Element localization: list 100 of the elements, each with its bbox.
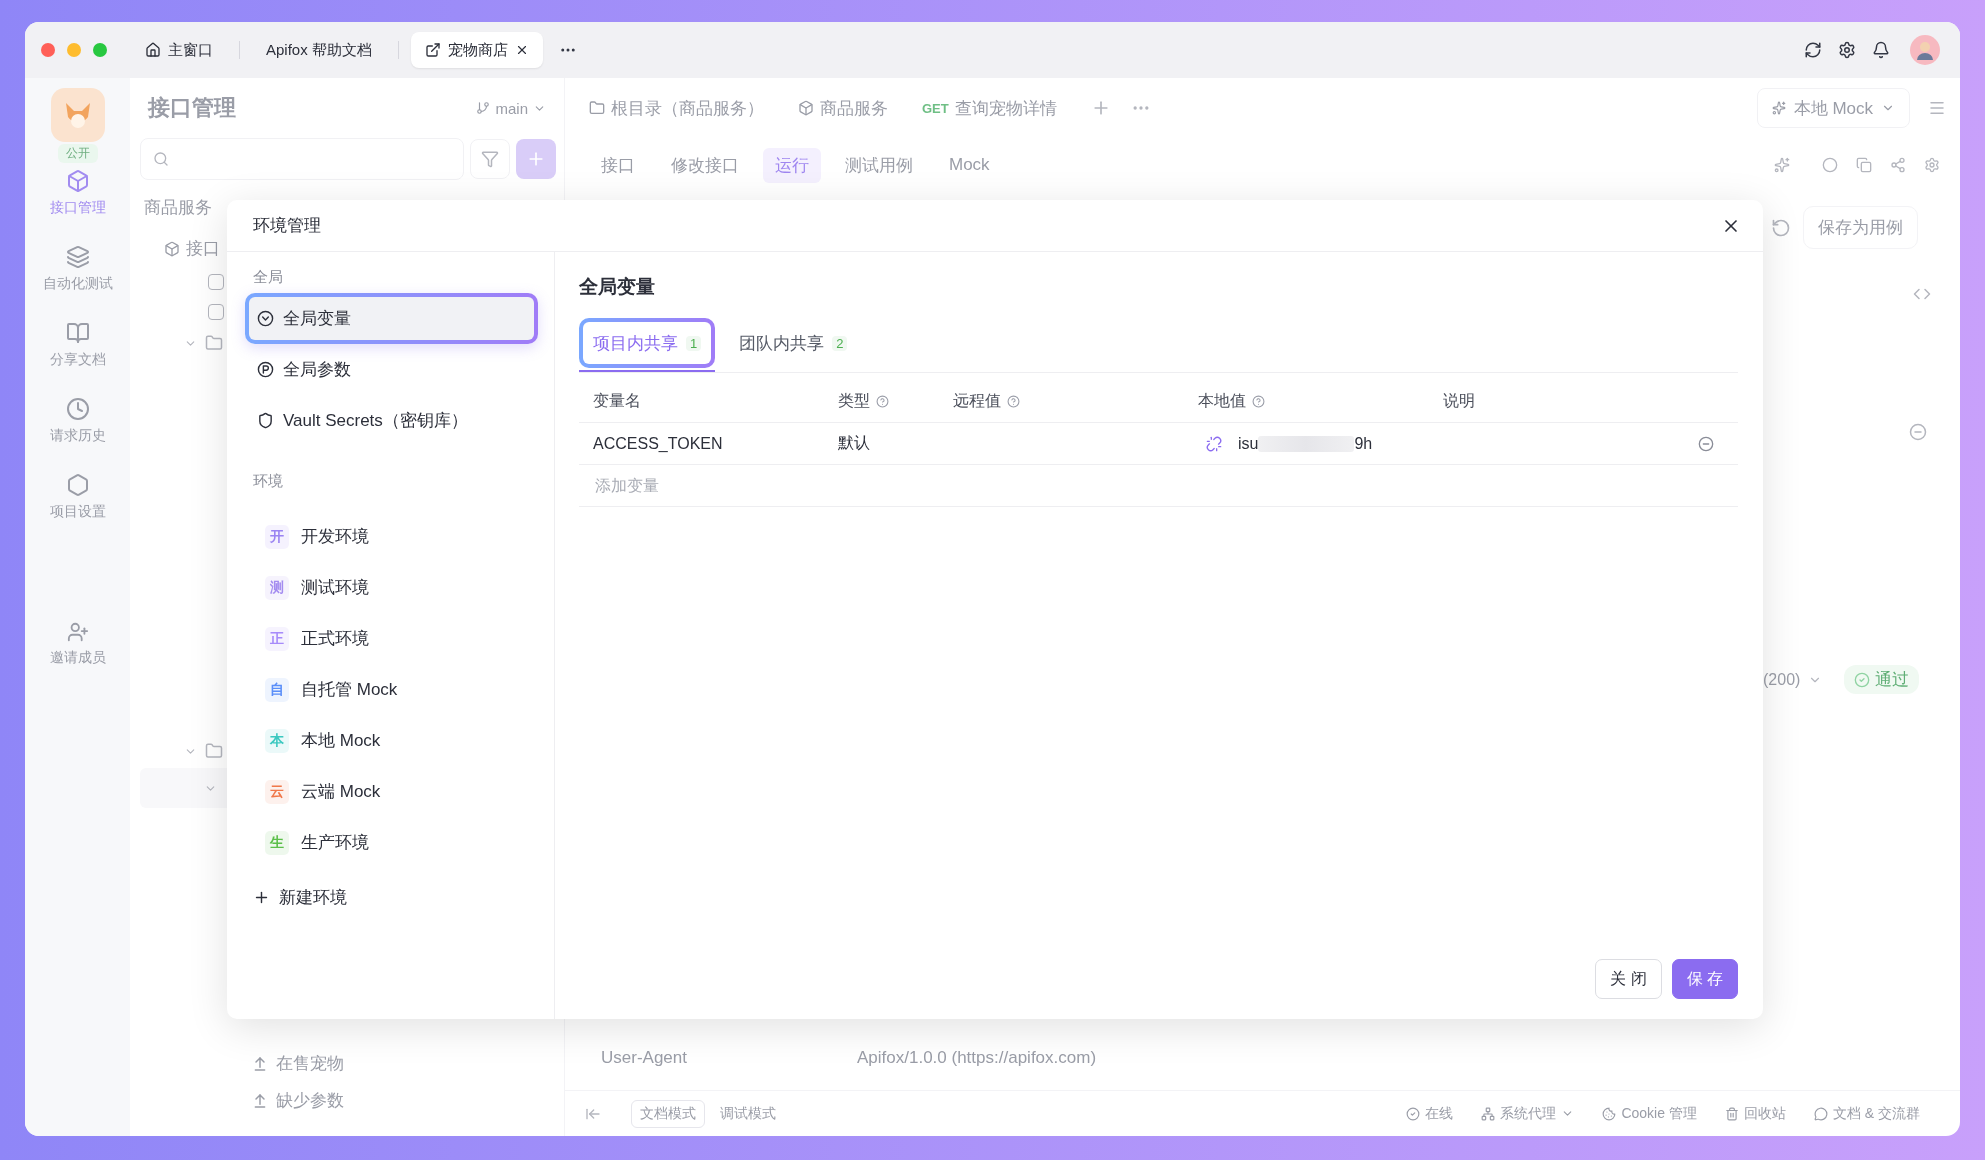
column-header: 本地值 — [1198, 391, 1246, 411]
section-label: 全局 — [253, 268, 284, 287]
minimize-window-control[interactable] — [67, 43, 81, 57]
network-icon — [1481, 1106, 1496, 1121]
invite-item[interactable]: 邀请成员 — [49, 621, 106, 667]
add-variable-field[interactable]: 添加变量 — [593, 475, 893, 496]
sub-tab[interactable]: 接口 — [589, 147, 647, 183]
api-icon — [65, 169, 90, 193]
upload-icon — [252, 1055, 268, 1072]
circle-icon[interactable] — [1822, 157, 1838, 173]
status-item[interactable]: 文档 & 交流群 — [1813, 1104, 1920, 1123]
branch-selector[interactable]: main — [476, 99, 546, 117]
status-item[interactable]: 系统代理 — [1481, 1104, 1575, 1123]
case-item[interactable]: 缺少参数 — [252, 1089, 564, 1112]
search-field[interactable] — [140, 138, 464, 180]
refresh-icon[interactable] — [1804, 41, 1822, 59]
sparkle-icon[interactable] — [1774, 157, 1790, 173]
environment-selector[interactable]: 本地 Mock — [1756, 88, 1910, 128]
method-label: GET — [922, 100, 949, 116]
sub-tab[interactable]: 运行 — [763, 147, 821, 183]
window-tab[interactable]: Apifox 帮助文档 — [252, 32, 386, 68]
panel-title: 接口管理 — [148, 94, 236, 122]
dialog-button[interactable]: 关 闭 — [1595, 959, 1662, 999]
remove-icon[interactable] — [1698, 435, 1714, 452]
dialog-button[interactable]: 保 存 — [1671, 959, 1738, 999]
global-item[interactable]: Vault Secrets（密钥库） — [245, 395, 538, 446]
save-case-button[interactable]: 保存为用例 — [1803, 206, 1918, 249]
count-badge: 1 — [686, 335, 702, 351]
environment-badge: 云 — [265, 779, 289, 804]
menu-icon[interactable] — [1928, 99, 1946, 117]
book-icon — [65, 321, 90, 345]
help-icon[interactable] — [876, 395, 889, 408]
share-icon[interactable] — [1890, 157, 1906, 173]
window-tab[interactable]: 主窗口 — [131, 32, 227, 68]
nav-label: 自动化测试 — [42, 275, 113, 293]
zoom-window-control[interactable] — [93, 43, 107, 57]
layers-icon — [65, 245, 90, 269]
help-icon[interactable] — [1007, 395, 1020, 408]
copy-icon[interactable] — [1856, 157, 1872, 173]
circle-chevron-icon — [257, 310, 274, 327]
document-tab[interactable]: 商品服务 — [798, 96, 888, 120]
nav-item[interactable]: 分享文档 — [49, 321, 106, 369]
document-tab[interactable]: GET 查询宠物详情 — [922, 96, 1057, 120]
environment-item[interactable]: 生 生产环境 — [245, 817, 538, 868]
nav-label: 分享文档 — [49, 351, 106, 369]
home-icon — [145, 42, 161, 58]
window-tab[interactable]: 宠物商店 — [410, 32, 543, 68]
section-label: 环境 — [253, 472, 284, 491]
module-icon — [208, 274, 224, 290]
settings-icon[interactable] — [1838, 41, 1856, 59]
nav-item[interactable]: 自动化测试 — [42, 245, 113, 293]
status-item[interactable]: Cookie 管理 — [1602, 1104, 1697, 1123]
mode-tab[interactable]: 调试模式 — [711, 1099, 785, 1128]
nav-label: 请求历史 — [49, 427, 106, 445]
sub-tab[interactable]: 修改接口 — [659, 147, 751, 183]
section-heading: 全局变量 — [579, 275, 656, 299]
nav-label: 接口管理 — [49, 199, 106, 217]
environment-badge: 本 — [265, 728, 289, 753]
status-code[interactable]: (200) — [1763, 670, 1801, 689]
dialog-title: 环境管理 — [253, 215, 321, 237]
sub-tab[interactable]: Mock — [937, 149, 1002, 181]
mode-tab[interactable]: 文档模式 — [631, 1099, 705, 1128]
remove-icon[interactable] — [1909, 423, 1927, 441]
environment-item[interactable]: 正 正式环境 — [245, 613, 538, 664]
status-item[interactable]: 回收站 — [1724, 1104, 1786, 1123]
bell-icon[interactable] — [1872, 41, 1890, 59]
share-tab[interactable]: 团队内共享 2 — [725, 318, 862, 368]
environment-item[interactable]: 云 云端 Mock — [245, 766, 538, 817]
document-tab[interactable]: 根目录（商品服务） — [589, 96, 764, 120]
environment-badge: 自 — [265, 677, 289, 702]
nav-label: 邀请成员 — [49, 649, 106, 667]
nav-item[interactable]: 接口管理 — [49, 169, 106, 217]
hexagon-icon — [65, 473, 90, 497]
new-environment-button[interactable]: 新建环境 — [253, 886, 538, 909]
nav-item[interactable]: 项目设置 — [49, 473, 106, 521]
filter-button[interactable] — [470, 139, 510, 179]
environment-item[interactable]: 自 自托管 Mock — [245, 664, 538, 715]
nav-item[interactable]: 请求历史 — [49, 397, 106, 445]
count-badge: 2 — [832, 335, 848, 351]
close-window-control[interactable] — [41, 43, 55, 57]
tree-item[interactable]: 接口 — [164, 237, 564, 260]
environment-badge: 测 — [265, 575, 289, 600]
branch-icon — [476, 101, 491, 115]
project-avatar[interactable] — [50, 88, 105, 142]
sub-tab[interactable]: 测试用例 — [833, 147, 925, 183]
environment-item[interactable]: 开 开发环境 — [245, 511, 538, 562]
status-item[interactable]: 在线 — [1406, 1104, 1454, 1123]
unlink-icon[interactable] — [1206, 435, 1222, 452]
reset-icon[interactable] — [1771, 217, 1791, 238]
help-icon[interactable] — [1252, 395, 1265, 408]
user-avatar[interactable] — [1910, 35, 1940, 65]
filter-icon — [481, 150, 499, 168]
add-button[interactable] — [516, 139, 556, 179]
case-item[interactable]: 在售宠物 — [252, 1052, 564, 1075]
global-item[interactable]: 全局参数 — [245, 344, 538, 395]
environment-item[interactable]: 测 测试环境 — [245, 562, 538, 613]
environment-item[interactable]: 本 本地 Mock — [245, 715, 538, 766]
check-circle-icon — [1406, 1106, 1421, 1121]
plus-icon — [253, 889, 270, 906]
external-link-icon — [424, 42, 441, 58]
